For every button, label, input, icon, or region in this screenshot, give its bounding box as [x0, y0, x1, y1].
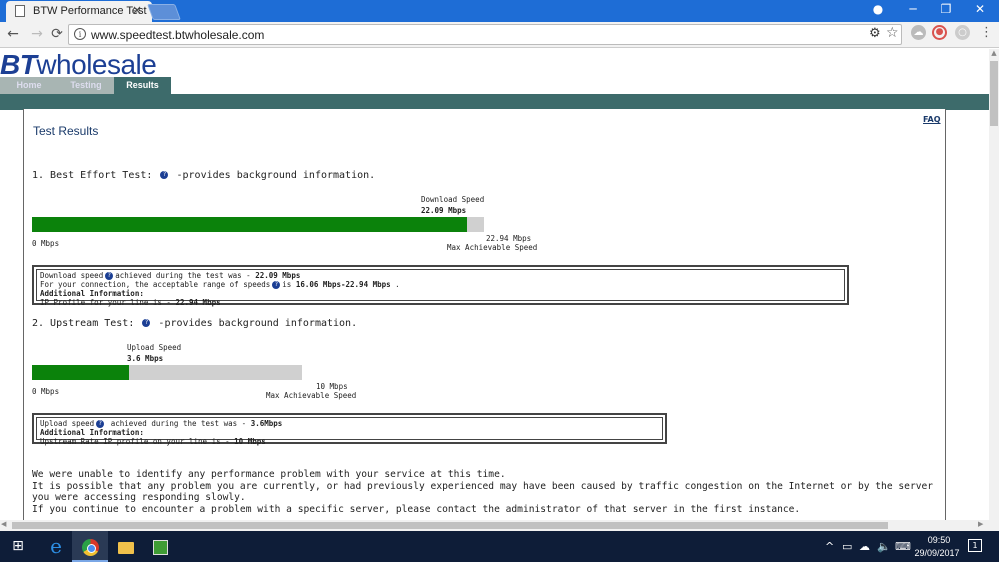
horizontal-scrollbar[interactable]: ◀ ▶ — [0, 520, 999, 531]
nav-band — [0, 94, 989, 110]
windows-taskbar: ⊞ e ^ ▭ ☁ 🔈 ⌨ 09:50 29/09/2017 1 — [0, 531, 999, 562]
vertical-scrollbar[interactable]: ▲ — [989, 49, 999, 520]
download-info-box: Download speed? achieved during the test … — [32, 265, 849, 307]
volume-icon[interactable]: 🔈 — [877, 540, 891, 553]
file-explorer-button[interactable] — [108, 531, 144, 562]
tab-home[interactable]: Home — [0, 77, 58, 94]
chrome-icon — [81, 539, 99, 556]
minimize-button[interactable]: ─ — [903, 2, 923, 16]
close-window-button[interactable]: ✕ — [970, 2, 990, 16]
upload-speed-bar-fill — [32, 365, 130, 380]
app-taskbar-button[interactable] — [142, 531, 178, 562]
page-icon — [15, 5, 25, 17]
upstream-heading-suffix: -provides background information. — [158, 318, 358, 329]
browser-title-bar: BTW Performance Test × ● ─ ❐ ✕ — [0, 0, 999, 22]
onedrive-icon[interactable]: ☁ — [859, 540, 870, 553]
download-info-line-4: IP Profile for your line is - 22.94 Mbps — [40, 298, 221, 307]
upload-info-inner: Upload speed? achieved during the test w… — [36, 417, 663, 446]
chrome-taskbar-button[interactable] — [72, 531, 108, 562]
results-panel: Test Results FAQ 1. Best Effort Test: ? … — [23, 109, 946, 520]
page-viewport: BTwholesale Home Testing Results Test Re… — [0, 49, 989, 520]
download-info-line-3: Additional Information: — [40, 289, 144, 298]
url-text[interactable]: www.speedtest.btwholesale.com — [91, 28, 264, 42]
tab-results[interactable]: Results — [114, 77, 171, 94]
help-icon[interactable]: ? — [142, 319, 151, 327]
profile-icon[interactable]: ● — [868, 2, 888, 16]
scroll-right-arrow-icon[interactable]: ▶ — [978, 520, 983, 528]
vertical-scroll-thumb[interactable] — [990, 61, 998, 126]
horizontal-scroll-thumb[interactable] — [12, 522, 888, 529]
help-icon[interactable]: ? — [96, 420, 105, 428]
extension-record-icon[interactable]: ● — [932, 25, 947, 40]
download-speed-bar-fill — [32, 217, 468, 232]
faq-link[interactable]: FAQ — [923, 115, 941, 124]
best-effort-heading-label: 1. Best Effort Test: — [32, 170, 153, 181]
new-tab-button[interactable] — [147, 4, 181, 20]
browser-toolbar: ← → ⟳ i www.speedtest.btwholesale.com ⚙ … — [0, 22, 999, 48]
upload-min-label: 0 Mbps — [32, 387, 60, 396]
upload-speed-value: 3.6 Mbps — [127, 354, 164, 363]
summary-text: We were unable to identify any performan… — [32, 469, 947, 515]
summary-line-2: It is possible that any problem you are … — [32, 480, 934, 504]
download-max-value: 22.94 Mbps — [486, 234, 532, 243]
upload-max-value: 10 Mbps — [316, 382, 348, 391]
clock-time[interactable]: 09:50 — [920, 535, 958, 545]
browser-tab-active[interactable]: BTW Performance Test × — [6, 1, 152, 22]
upstream-heading: 2. Upstream Test: ? -provides background… — [32, 318, 357, 329]
extension-cloud-icon[interactable]: ☁ — [911, 25, 926, 40]
edge-icon[interactable]: e — [38, 531, 74, 562]
browser-menu-icon[interactable]: ⋮ — [980, 25, 993, 40]
clock-date[interactable]: 29/09/2017 — [910, 548, 964, 558]
start-button[interactable]: ⊞ — [0, 531, 36, 562]
extension-circle-icon[interactable]: ○ — [955, 25, 970, 40]
help-icon[interactable]: ? — [160, 171, 169, 179]
tab-close-icon[interactable]: × — [132, 3, 142, 17]
folder-icon — [118, 541, 134, 554]
reload-button[interactable]: ⟳ — [48, 26, 66, 42]
best-effort-heading-suffix: -provides background information. — [176, 170, 376, 181]
upload-info-line-2: Additional Information: — [40, 428, 144, 437]
upload-info-line-3: Upstream Rate IP profile on your line is… — [40, 437, 266, 446]
extension-puzzle-icon[interactable]: ⚙ — [869, 26, 881, 41]
tray-chevron-icon[interactable]: ^ — [825, 540, 834, 553]
upload-speed-caption: Upload Speed — [127, 343, 182, 352]
upload-speed-bar — [32, 365, 302, 380]
network-icon[interactable]: ▭ — [842, 540, 852, 553]
scroll-up-arrow-icon[interactable]: ▲ — [989, 49, 999, 59]
notification-center-icon[interactable]: 1 — [968, 539, 982, 552]
address-bar[interactable]: i www.speedtest.btwholesale.com ⚙ ☆ — [68, 24, 902, 45]
download-info-line-1: Download speed? achieved during the test … — [40, 271, 301, 280]
upload-max-caption: Max Achievable Speed — [266, 391, 357, 400]
forward-button[interactable]: → — [28, 26, 46, 42]
upstream-heading-label: 2. Upstream Test: — [32, 318, 135, 329]
keyboard-icon[interactable]: ⌨ — [895, 540, 911, 553]
help-icon[interactable]: ? — [105, 272, 114, 280]
page-title: Test Results — [33, 124, 99, 138]
bookmark-star-icon[interactable]: ☆ — [886, 25, 899, 41]
summary-line-3: If you continue to encounter a problem w… — [32, 503, 801, 515]
download-info-inner: Download speed? achieved during the test … — [36, 269, 845, 307]
back-button[interactable]: ← — [4, 26, 22, 42]
tab-testing[interactable]: Testing — [58, 77, 114, 94]
upload-info-line-1: Upload speed? achieved during the test w… — [40, 419, 283, 428]
download-speed-caption: Download Speed — [421, 195, 485, 204]
help-icon[interactable]: ? — [272, 281, 281, 289]
download-info-line-2: For your connection, the acceptable rang… — [40, 280, 400, 289]
scroll-left-arrow-icon[interactable]: ◀ — [1, 520, 6, 528]
tab-title: BTW Performance Test — [33, 5, 147, 17]
download-speed-bar — [32, 217, 484, 232]
summary-line-1: We were unable to identify any performan… — [32, 469, 506, 480]
download-max-caption: Max Achievable Speed — [447, 243, 538, 252]
best-effort-heading: 1. Best Effort Test: ? -provides backgro… — [32, 170, 375, 181]
upload-info-box: Upload speed? achieved during the test w… — [32, 413, 667, 446]
download-min-label: 0 Mbps — [32, 239, 60, 248]
download-speed-value: 22.09 Mbps — [421, 206, 467, 215]
app-icon — [152, 540, 168, 555]
maximize-button[interactable]: ❐ — [936, 2, 956, 16]
site-info-icon[interactable]: i — [74, 28, 86, 40]
